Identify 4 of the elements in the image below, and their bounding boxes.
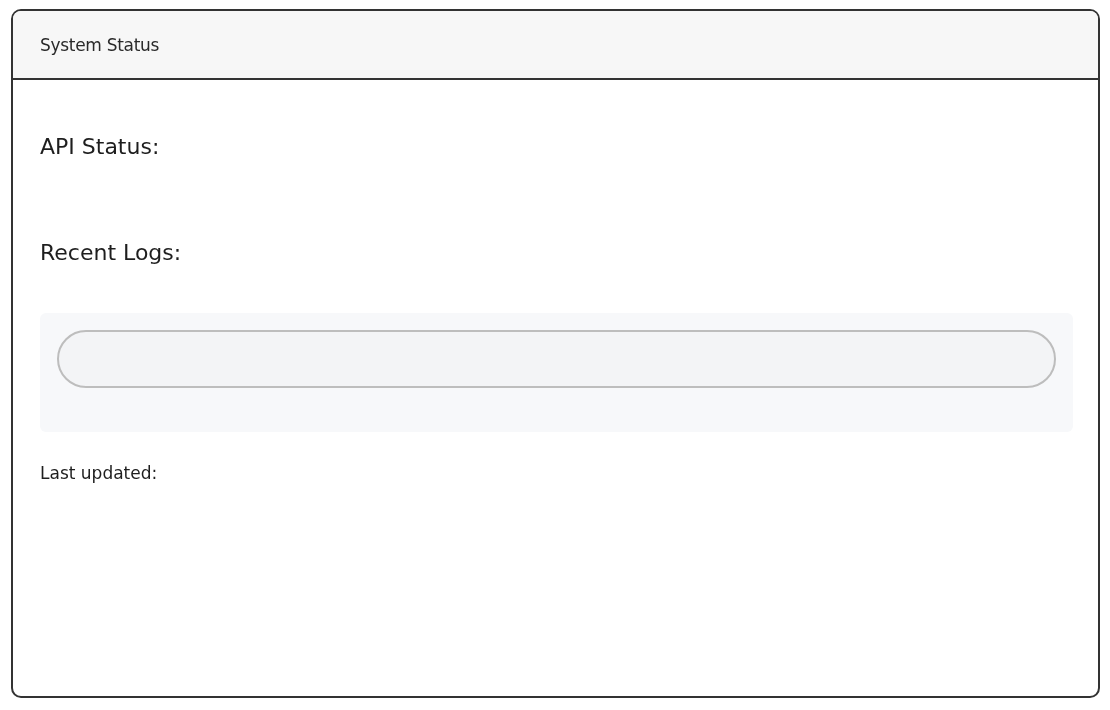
last-updated-label: Last updated: (40, 462, 159, 484)
recent-logs-heading: Recent Logs: (40, 239, 183, 267)
window-title: System Status (40, 34, 160, 55)
api-status-heading: API Status: (40, 133, 161, 161)
